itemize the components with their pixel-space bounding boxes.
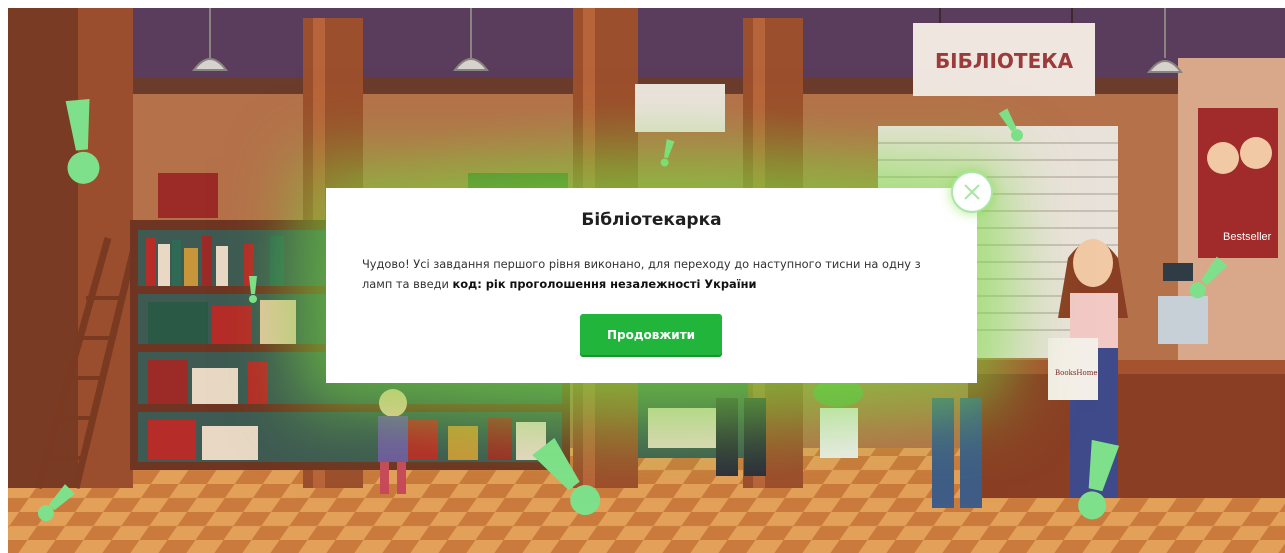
librarian-dialog: Бібліотекарка Чудово! Усі завдання першо… xyxy=(326,188,977,383)
close-button[interactable] xyxy=(951,171,993,213)
bag-text: BooksHome xyxy=(1055,369,1098,377)
dialog-message: Чудово! Усі завдання першого рівня викон… xyxy=(362,254,941,294)
continue-button[interactable]: Продовжити xyxy=(580,314,722,355)
dialog-title: Бібліотекарка xyxy=(581,210,722,230)
dialog-message-code: код: рік проголошення незалежності Украї… xyxy=(452,277,757,291)
poster-text: Bestseller xyxy=(1223,231,1272,243)
library-sign-text: БІБЛІОТЕКА xyxy=(935,49,1074,73)
close-icon xyxy=(964,184,980,200)
